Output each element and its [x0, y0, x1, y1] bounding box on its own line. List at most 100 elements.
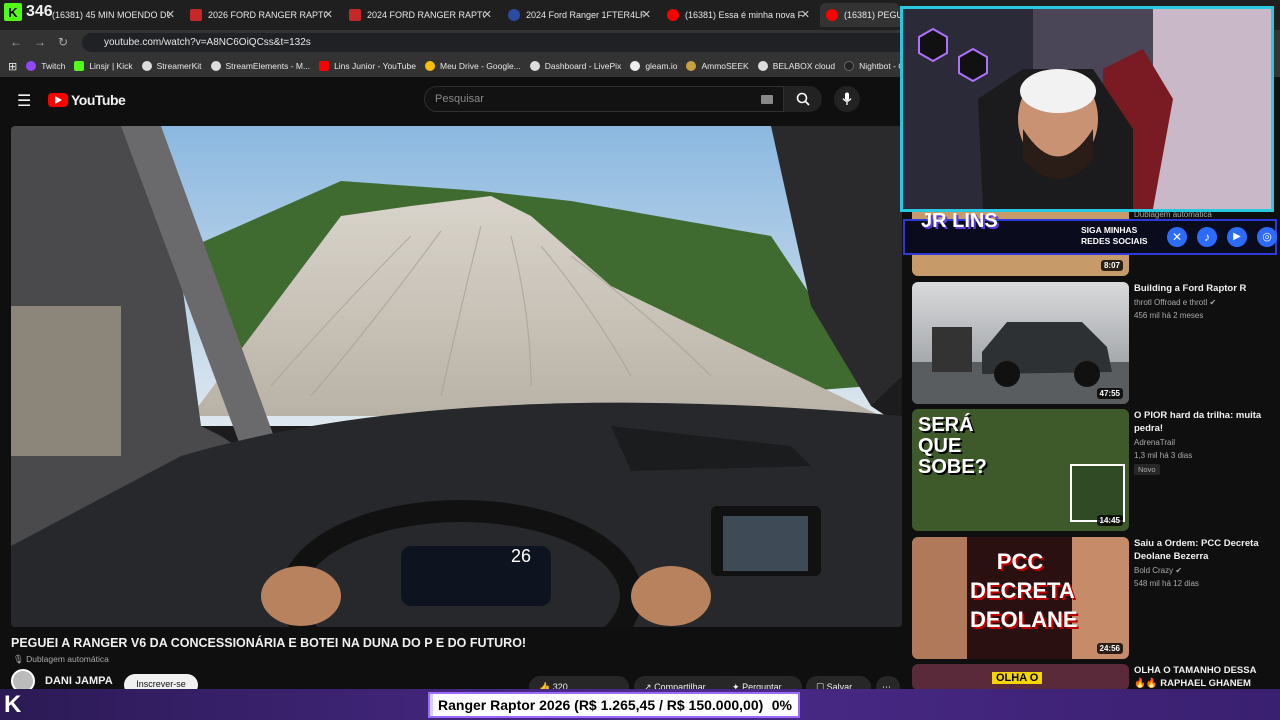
close-icon[interactable]: ✕	[801, 8, 810, 21]
recommendation-card[interactable]: PCC DECRETA DEOLANE 24:56 Saiu a Ordem: …	[912, 537, 1272, 659]
webcam-overlay	[900, 6, 1274, 212]
close-icon[interactable]: ✕	[642, 8, 651, 21]
webcam-feed	[903, 9, 1271, 209]
bookmark-label: AmmoSEEK	[701, 61, 749, 71]
search-placeholder: Pesquisar	[435, 93, 484, 105]
goal-text: Ranger Raptor 2026 (R$ 1.265,45 / R$ 150…	[438, 697, 764, 713]
bookmark[interactable]: StreamerKit	[141, 61, 202, 71]
microphone-icon	[842, 92, 852, 105]
search-input[interactable]: Pesquisar	[424, 86, 784, 112]
youtube-play-icon	[48, 93, 68, 107]
bookmark[interactable]: Lins Junior - YouTube	[319, 61, 416, 71]
youtube-logo[interactable]: YouTube	[48, 92, 126, 108]
bookmark-label: StreamElements - M...	[225, 61, 311, 71]
video-player[interactable]: 26	[11, 126, 902, 627]
bookmark-label: Linsjr | Kick	[89, 61, 133, 71]
browser-tab-active[interactable]: (16381) PEGUEI A RANGER	[820, 3, 900, 27]
tab-title: (16381) PEGUEI A RANGER	[844, 10, 900, 20]
recommendation-card[interactable]: OLHA O OLHA O TAMANHO DESSA 🔥🔥 RAPHAEL G…	[912, 664, 1272, 690]
search-icon	[796, 92, 810, 106]
search-button[interactable]	[784, 86, 822, 112]
video-thumbnail[interactable]: OLHA O	[912, 664, 1129, 690]
tab-title: 2026 FORD RANGER RAPTOR R	[208, 10, 326, 20]
youtube-wordmark: YouTube	[71, 92, 126, 108]
bookmark-label: Lins Junior - YouTube	[334, 61, 416, 71]
video-meta: 548 mil há 12 dias	[1134, 579, 1199, 588]
goal-percent: 0%	[771, 697, 792, 713]
new-badge: Novo	[1134, 464, 1160, 475]
bookmark-label: StreamerKit	[156, 61, 202, 71]
video-thumbnail[interactable]: 47:55	[912, 282, 1129, 404]
channel-name: Bold Crazy ✔	[1134, 566, 1182, 575]
bookmark[interactable]: StreamElements - M...	[210, 61, 311, 71]
truck-thumbnail-art	[912, 322, 1129, 404]
youtube-icon	[319, 61, 330, 71]
menu-icon[interactable]: ☰	[17, 91, 31, 111]
video-title[interactable]: Building a Ford Raptor R	[1134, 282, 1264, 295]
recommendation-card[interactable]: SERÁ QUE SOBE? 14:45 O PIOR hard da tril…	[912, 409, 1272, 531]
browser-tab[interactable]: (16381) Essa é minha nova Ford ✕	[661, 3, 816, 27]
reload-icon[interactable]: ↻	[58, 35, 68, 49]
bookmark[interactable]: AmmoSEEK	[686, 61, 749, 71]
video-title[interactable]: OLHA O TAMANHO DESSA 🔥🔥 RAPHAEL GHANEM	[1134, 664, 1264, 690]
favicon-icon	[508, 9, 520, 21]
browser-tab[interactable]: 2024 FORD RANGER RAPTOR R ✕	[343, 3, 498, 27]
kick-icon	[74, 61, 85, 71]
streamer-logo: JR LINS	[921, 210, 998, 232]
recommendation-card[interactable]: 47:55 Building a Ford Raptor R throtl Of…	[912, 282, 1272, 404]
close-icon[interactable]: ✕	[166, 8, 175, 21]
bookmark[interactable]: Meu Drive - Google...	[424, 61, 521, 71]
video-thumbnail[interactable]: SERÁ QUE SOBE? 14:45	[912, 409, 1129, 531]
bookmark[interactable]: gleam.io	[630, 61, 677, 71]
thumbnail-inset	[1070, 464, 1125, 522]
video-duration: 8:07	[1100, 260, 1123, 271]
dubbing-text: Dublagem automática	[26, 654, 109, 664]
bookmark[interactable]: Twitch	[26, 61, 65, 71]
globe-icon	[529, 61, 540, 71]
back-icon[interactable]: ←	[10, 35, 22, 49]
keyboard-icon[interactable]	[761, 95, 773, 104]
bookmark-label: Twitch	[41, 61, 66, 71]
voice-search-button[interactable]	[834, 86, 860, 112]
thumbnail-person	[912, 537, 967, 659]
close-icon[interactable]: ✕	[483, 8, 492, 21]
goal-progress-fill	[430, 694, 433, 716]
video-thumbnail[interactable]: PCC DECRETA DEOLANE 24:56	[912, 537, 1129, 659]
video-meta: 1,3 mil há 3 dias	[1134, 451, 1193, 460]
forward-icon[interactable]: →	[34, 35, 46, 49]
bookmark-label: Dashboard - LivePix	[544, 61, 622, 71]
favicon-icon	[190, 9, 202, 21]
browser-tab[interactable]: 2024 Ford Ranger 1FTER4LR8RL ✕	[502, 3, 657, 27]
video-duration: 14:45	[1096, 515, 1123, 526]
bookmark-label: gleam.io	[645, 61, 678, 71]
dubbing-label: 🎙 Dublagem automática	[13, 654, 109, 664]
tab-title: (16381) Essa é minha nova Ford	[685, 10, 803, 20]
apps-icon[interactable]: ⊞	[8, 60, 17, 73]
channel-name: throtl Offroad e throtl ✔	[1134, 298, 1216, 307]
video-title[interactable]: Saiu a Ordem: PCC Decreta Deolane Bezerr…	[1134, 537, 1264, 563]
close-icon[interactable]: ✕	[324, 8, 333, 21]
video-title[interactable]: O PIOR hard da trilha: muita pedra!	[1134, 409, 1264, 435]
nightbot-icon	[844, 61, 855, 71]
youtube-icon: ▶	[1227, 227, 1247, 247]
bookmark[interactable]: BELABOX cloud	[757, 61, 835, 71]
channel-name: AdrenaTrail	[1134, 438, 1176, 447]
verified-icon: ✔	[1175, 566, 1183, 575]
video-title: PEGUEI A RANGER V6 DA CONCESSIONÁRIA E B…	[11, 636, 527, 650]
twitch-icon	[26, 61, 37, 71]
tiktok-icon: ♪	[1197, 227, 1217, 247]
thumbnail-text: PCC DECRETA DEOLANE	[970, 549, 1078, 632]
favicon-icon	[349, 9, 361, 21]
kick-logo-icon: K	[4, 691, 22, 718]
thumbnail-text: OLHA O	[992, 672, 1043, 684]
browser-tab[interactable]: 2026 FORD RANGER RAPTOR R ✕	[184, 3, 339, 27]
thumbnail-person	[1072, 537, 1129, 659]
channel-name[interactable]: DANI JAMPA	[45, 675, 113, 687]
bookmark[interactable]: Linsjr | Kick	[74, 61, 133, 71]
verified-icon: ✔	[1209, 298, 1217, 307]
browser-tab[interactable]: (16381) 45 MIN MOENDO DUAS ✕	[46, 3, 181, 27]
video-frame	[11, 126, 902, 627]
channel-text: throtl Offroad e throtl	[1134, 298, 1208, 307]
channel-info[interactable]: DANI JAMPA	[11, 669, 113, 693]
bookmark[interactable]: Dashboard - LivePix	[529, 61, 622, 71]
